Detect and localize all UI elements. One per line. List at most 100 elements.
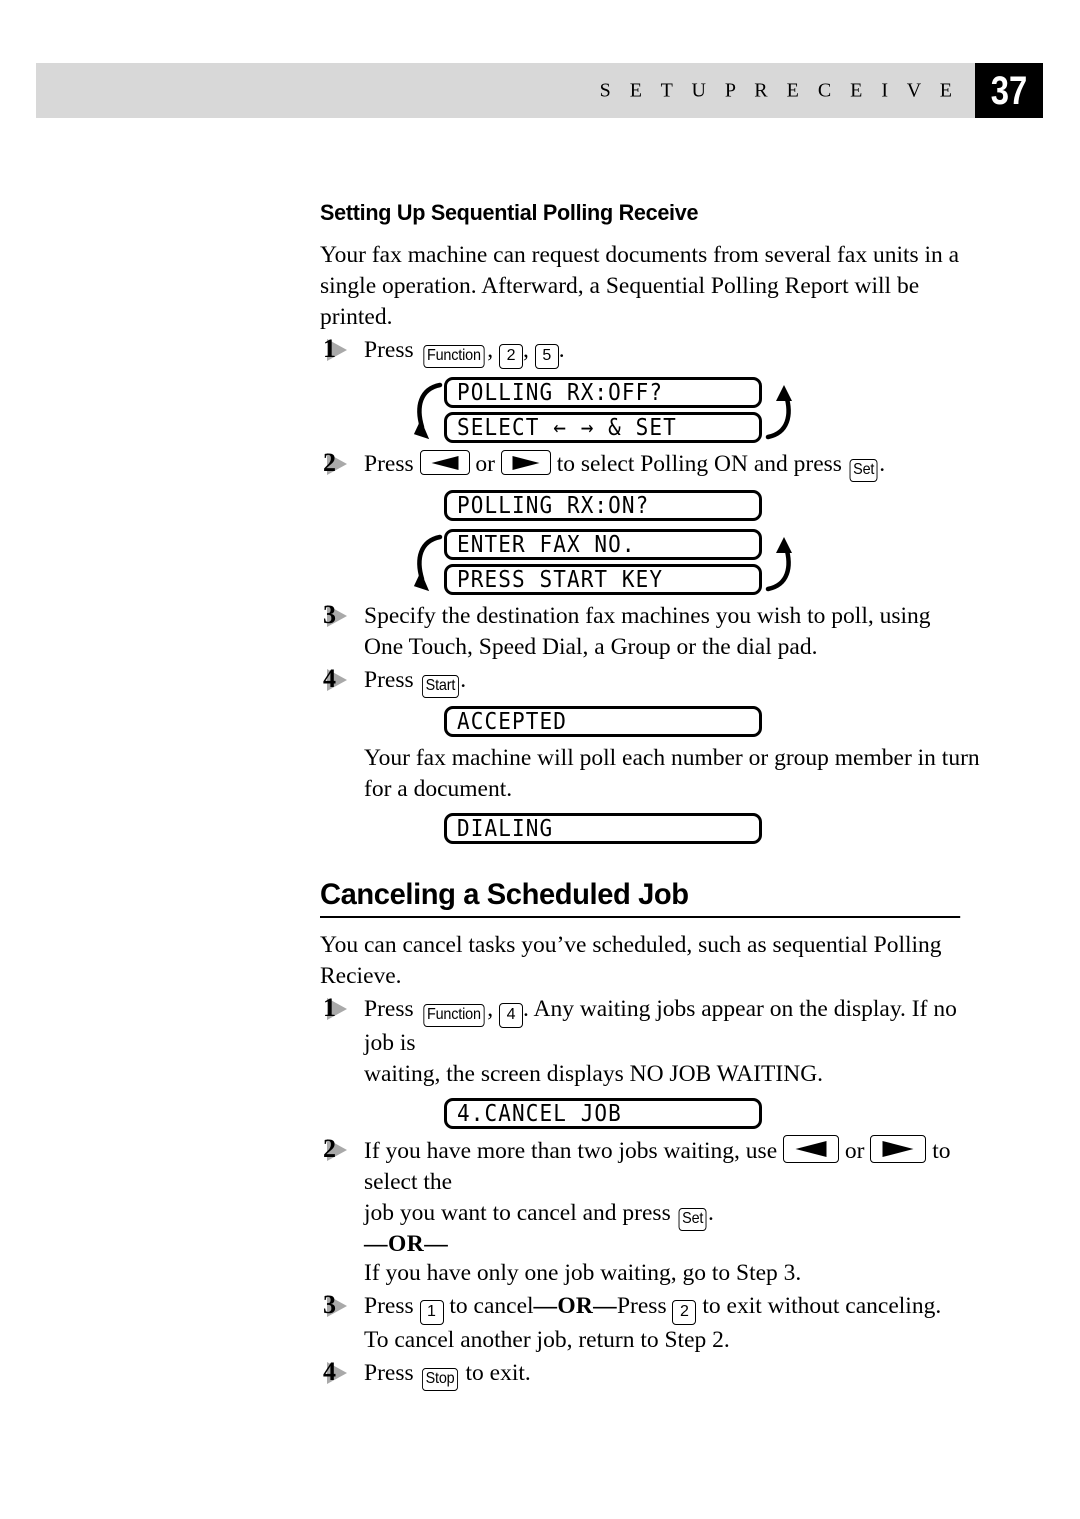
step-marker: 1 xyxy=(323,993,359,1023)
left-arrow-icon xyxy=(795,1141,827,1157)
lcd-text: SELECT ← → & SET xyxy=(457,413,677,441)
step-text: One Touch, Speed Dial, a Group or the di… xyxy=(364,634,818,660)
lcd-group-dialing: DIALING xyxy=(320,813,980,844)
step-number: 2 xyxy=(323,1134,336,1163)
step-text: Specify the destination fax machines you… xyxy=(364,603,931,629)
lcd-group-cancel-job: 4.CANCEL JOB xyxy=(320,1098,980,1129)
key-right-arrow-button[interactable] xyxy=(870,1135,927,1163)
step-text: job you want to cancel and press xyxy=(364,1200,671,1226)
key-2-button[interactable]: 2 xyxy=(499,344,524,369)
note-after-accepted: Your fax machine will poll each number o… xyxy=(364,745,980,802)
header-title: S E T U P R E C E I V E xyxy=(599,79,959,101)
step-text: Press xyxy=(364,1293,414,1319)
lcd-group-accepted: ACCEPTED xyxy=(320,706,980,737)
step-number: 4 xyxy=(323,664,336,693)
lcd-text: ACCEPTED xyxy=(457,707,567,735)
step-row: 3 Specify the destination fax machines y… xyxy=(320,600,980,663)
step-number: 4 xyxy=(323,1357,336,1386)
step-text-end: . xyxy=(558,337,565,363)
key-start-button[interactable]: Start xyxy=(421,675,459,698)
step-text: Press xyxy=(364,451,414,477)
step-text: Press xyxy=(364,337,414,363)
step-marker: 3 xyxy=(323,600,359,630)
key-left-arrow-button[interactable] xyxy=(419,450,470,475)
page-number-box: 37 xyxy=(975,63,1043,118)
step-text: to select Polling ON and press xyxy=(556,451,842,477)
cycle-arrow-up-icon xyxy=(764,529,798,599)
step-text: waiting, the screen displays NO JOB WAIT… xyxy=(364,1061,824,1087)
step-text-or: or xyxy=(475,451,495,477)
lcd-display: DIALING xyxy=(444,813,762,844)
step-text-or: or xyxy=(844,1138,865,1164)
lcd-display: POLLING RX:OFF? xyxy=(444,377,762,408)
step-number: 1 xyxy=(323,334,336,363)
step-text-end: . xyxy=(708,1200,714,1226)
step-number: 1 xyxy=(323,993,336,1022)
step-text: Press xyxy=(364,1360,414,1386)
key-5-button[interactable]: 5 xyxy=(534,344,559,369)
page-content: Setting Up Sequential Polling Receive Yo… xyxy=(320,200,980,1391)
lcd-display: SELECT ← → & SET xyxy=(444,412,762,443)
cycle-arrow-down-icon xyxy=(410,377,444,447)
step-text-sep: , xyxy=(487,337,500,363)
step-number: 3 xyxy=(323,1290,336,1319)
lcd-display: ACCEPTED xyxy=(444,706,762,737)
step-text-end: . xyxy=(460,667,467,693)
step-marker: 2 xyxy=(323,448,359,478)
step-row: 2 If you have more than two jobs waiting… xyxy=(320,1134,980,1231)
step-text: Press xyxy=(364,667,414,693)
step-row: 1 Press Function, 4. Any waiting jobs ap… xyxy=(323,993,957,1087)
running-header: S E T U P R E C E I V E 37 xyxy=(36,63,1043,118)
key-set-button[interactable]: Set xyxy=(678,1208,707,1231)
step-marker: 3 xyxy=(323,1290,359,1320)
step-marker: 1 xyxy=(323,334,359,364)
step-marker: 4 xyxy=(323,664,359,694)
lcd-display: POLLING RX:ON? xyxy=(444,490,762,521)
step-text: to cancel xyxy=(449,1293,534,1319)
right-arrow-icon xyxy=(512,455,540,470)
lcd-group-enter-fax: ENTER FAX NO. PRESS START KEY xyxy=(320,529,980,595)
step-text: Press xyxy=(364,996,414,1022)
section-heading-sequential-polling: Setting Up Sequential Polling Receive xyxy=(320,200,699,225)
lcd-text: PRESS START KEY xyxy=(457,565,664,593)
step-text: To cancel another job, return to Step 2. xyxy=(364,1327,730,1353)
section-heading-wrap: Canceling a Scheduled Job xyxy=(320,878,980,918)
key-stop-button[interactable]: Stop xyxy=(421,1368,458,1391)
step-text-sep: , xyxy=(523,337,535,363)
key-function-button[interactable]: Function xyxy=(422,345,484,368)
step-row: 1 Press Function, 2, 5. xyxy=(320,334,980,369)
step-text: Press xyxy=(616,1293,667,1319)
lcd-group-polling-off: POLLING RX:OFF? SELECT ← → & SET xyxy=(320,377,980,443)
step-marker: 4 xyxy=(323,1357,359,1387)
key-4-button[interactable]: 4 xyxy=(499,1003,524,1028)
lcd-group-polling-on: POLLING RX:ON? xyxy=(320,490,980,521)
lcd-text: DIALING xyxy=(457,814,554,842)
section-intro-sequential-polling: Your fax machine can request documents f… xyxy=(320,242,960,330)
key-right-arrow-button[interactable] xyxy=(500,450,551,475)
lcd-display: 4.CANCEL JOB xyxy=(444,1098,762,1129)
lcd-display: PRESS START KEY xyxy=(444,564,762,595)
step-row: 4 Press Stop to exit. xyxy=(320,1357,980,1391)
lcd-text: ENTER FAX NO. xyxy=(457,530,636,558)
step-number: 2 xyxy=(323,448,336,477)
lcd-text: POLLING RX:OFF? xyxy=(457,378,664,406)
key-set-button[interactable]: Set xyxy=(849,459,878,482)
step-row: 3 Press 1 to cancel—OR—Press 2 to exit w… xyxy=(320,1290,980,1356)
step-text-end: . xyxy=(879,451,886,477)
lcd-display: ENTER FAX NO. xyxy=(444,529,762,560)
key-1-button[interactable]: 1 xyxy=(419,1300,444,1325)
step-marker: 2 xyxy=(323,1134,359,1164)
cycle-arrow-down-icon xyxy=(410,529,444,599)
step-text-end: to exit. xyxy=(465,1360,531,1386)
page-number: 37 xyxy=(990,68,1028,113)
lcd-text: 4.CANCEL JOB xyxy=(457,1099,622,1127)
key-function-button[interactable]: Function xyxy=(422,1004,484,1027)
step-row: 2 Press or to select Polling ON and pres… xyxy=(320,448,980,482)
right-arrow-icon xyxy=(882,1141,914,1157)
key-left-arrow-button[interactable] xyxy=(783,1135,839,1163)
left-arrow-icon xyxy=(431,455,458,470)
step-text: to exit without canceling. xyxy=(702,1293,942,1319)
step-row: 4 Press Start. xyxy=(320,664,980,698)
cycle-arrow-up-icon xyxy=(764,377,798,447)
key-2-button[interactable]: 2 xyxy=(672,1300,697,1325)
